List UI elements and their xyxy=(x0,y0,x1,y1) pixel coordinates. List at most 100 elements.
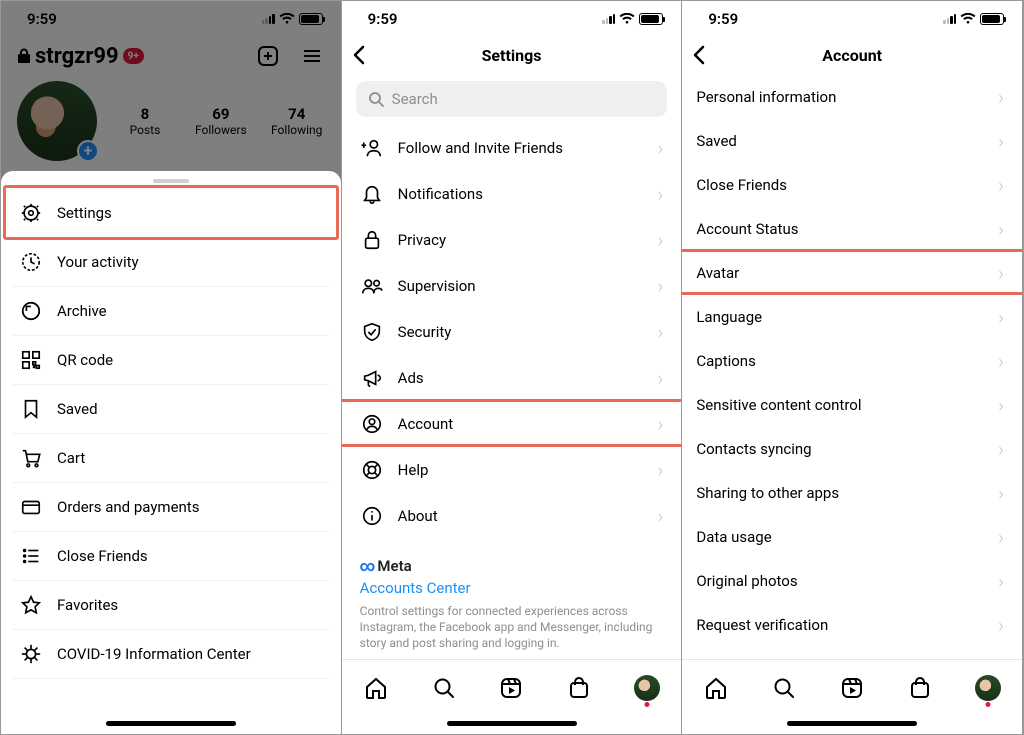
add-story-icon[interactable]: + xyxy=(77,140,99,162)
menu-saved[interactable]: Saved xyxy=(13,385,329,434)
chevron-right-icon: › xyxy=(657,182,663,206)
menu-label: Favorites xyxy=(57,596,118,614)
settings-supervision[interactable]: Supervision› xyxy=(356,263,668,309)
panel-account: 9:59 Account Personal information›Saved›… xyxy=(682,1,1023,734)
create-post-button[interactable] xyxy=(255,43,281,69)
notification-badge: 9+ xyxy=(123,48,144,64)
settings-label: Privacy xyxy=(398,231,446,249)
tab-shop[interactable] xyxy=(566,675,592,701)
status-time: 9:59 xyxy=(368,10,398,28)
bookmark-icon xyxy=(19,398,43,420)
account-captions[interactable]: Captions› xyxy=(696,339,1008,383)
meta-brand: ∞Meta xyxy=(360,557,664,575)
account-label: Personal information xyxy=(696,88,836,106)
tab-profile[interactable] xyxy=(975,675,1001,701)
account-avatar[interactable]: Avatar› xyxy=(696,251,1008,295)
tab-search[interactable] xyxy=(431,675,457,701)
account-contacts-syncing[interactable]: Contacts syncing› xyxy=(696,427,1008,471)
chevron-right-icon: › xyxy=(998,569,1004,593)
settings-header: Settings xyxy=(342,35,682,75)
tab-search[interactable] xyxy=(771,675,797,701)
menu-favorites[interactable]: Favorites xyxy=(13,581,329,630)
tab-home[interactable] xyxy=(703,675,729,701)
lock-icon xyxy=(360,229,384,251)
chevron-right-icon: › xyxy=(998,613,1004,637)
account-label: Captions xyxy=(696,352,755,370)
menu-close-friends[interactable]: Close Friends xyxy=(13,532,329,581)
battery-icon xyxy=(639,13,663,25)
menu-settings[interactable]: Settings xyxy=(13,189,329,238)
settings-label: Help xyxy=(398,461,429,479)
settings-security[interactable]: Security› xyxy=(356,309,668,355)
tab-bar xyxy=(342,659,682,715)
status-bar: 9:59 xyxy=(1,1,341,35)
account-account-status[interactable]: Account Status› xyxy=(696,207,1008,251)
account-close-friends[interactable]: Close Friends› xyxy=(696,163,1008,207)
tab-shop[interactable] xyxy=(907,675,933,701)
account-saved[interactable]: Saved› xyxy=(696,119,1008,163)
profile-avatar[interactable]: + xyxy=(17,81,97,161)
account-label: Data usage xyxy=(696,528,771,546)
username[interactable]: strgzr99 xyxy=(35,44,119,69)
qr-icon xyxy=(19,349,43,371)
settings-notifications[interactable]: Notifications› xyxy=(356,171,668,217)
tab-home[interactable] xyxy=(363,675,389,701)
settings-help[interactable]: Help› xyxy=(356,447,668,493)
account-label: Sharing to other apps xyxy=(696,484,839,502)
search-input[interactable]: Search xyxy=(356,81,668,117)
stat-following[interactable]: 74 Following xyxy=(269,105,325,137)
menu-cart[interactable]: Cart xyxy=(13,434,329,483)
menu-label: Cart xyxy=(57,449,85,467)
more-menu-sheet: SettingsYour activity Archive QR codeSaved… xyxy=(1,171,341,734)
menu-qr-code[interactable]: QR code xyxy=(13,336,329,385)
menu-archive[interactable]: Archive xyxy=(13,287,329,336)
settings-account[interactable]: Account› xyxy=(356,401,668,447)
account-label: Request verification xyxy=(696,616,828,634)
settings-about[interactable]: About› xyxy=(356,493,668,539)
stat-followers[interactable]: 69 Followers xyxy=(193,105,249,137)
chevron-right-icon: › xyxy=(998,437,1004,461)
account-language[interactable]: Language› xyxy=(696,295,1008,339)
panel-profile-menu: 9:59 strgzr99 9+ xyxy=(1,1,342,734)
tab-reels[interactable] xyxy=(498,675,524,701)
chevron-right-icon: › xyxy=(998,85,1004,109)
settings-privacy[interactable]: Privacy› xyxy=(356,217,668,263)
account-original-photos[interactable]: Original photos› xyxy=(696,559,1008,603)
panel-settings: 9:59 Settings Search Follow and Invite F… xyxy=(342,1,683,734)
back-button[interactable] xyxy=(352,44,366,66)
hamburger-menu-button[interactable] xyxy=(299,43,325,69)
tab-reels[interactable] xyxy=(839,675,865,701)
chevron-right-icon: › xyxy=(998,129,1004,153)
settings-follow-and-invite-friends[interactable]: Follow and Invite Friends› xyxy=(356,125,668,171)
menu-label: Archive xyxy=(57,302,107,320)
meta-accounts-center: ∞Meta Accounts Center Control settings f… xyxy=(356,553,668,659)
account-review-activity[interactable]: Review Activity› xyxy=(696,647,1008,659)
chevron-right-icon: › xyxy=(998,393,1004,417)
chevron-right-icon: › xyxy=(657,366,663,390)
signal-icon xyxy=(943,14,956,24)
menu-your-activity[interactable]: Your activity xyxy=(13,238,329,287)
account-request-verification[interactable]: Request verification › xyxy=(696,603,1008,647)
account-sharing-to-other-apps[interactable]: Sharing to other apps› xyxy=(696,471,1008,515)
account-label: Avatar xyxy=(696,264,739,282)
account-personal-information[interactable]: Personal information › xyxy=(696,75,1008,119)
tab-profile[interactable] xyxy=(634,675,660,701)
stat-posts[interactable]: 8 Posts xyxy=(117,105,173,137)
info-icon xyxy=(360,505,384,527)
account-label: Sensitive content control xyxy=(696,396,861,414)
account-icon xyxy=(360,413,384,435)
activity-icon xyxy=(19,251,43,273)
sheet-grabber[interactable] xyxy=(153,179,189,183)
menu-orders-and-payments[interactable]: Orders and payments xyxy=(13,483,329,532)
account-data-usage[interactable]: Data usage› xyxy=(696,515,1008,559)
avatar-icon xyxy=(975,675,1001,701)
back-button[interactable] xyxy=(692,44,706,66)
settings-ads[interactable]: Ads› xyxy=(356,355,668,401)
account-sensitive-content-control[interactable]: Sensitive content control › xyxy=(696,383,1008,427)
settings-label: Supervision xyxy=(398,277,476,295)
list-icon xyxy=(19,545,43,567)
menu-label: COVID-19 Information Center xyxy=(57,645,251,663)
menu-covid-19-information-center[interactable]: COVID-19 Information Center xyxy=(13,630,329,679)
accounts-center-link[interactable]: Accounts Center xyxy=(360,579,664,597)
person-plus-icon xyxy=(360,137,384,159)
